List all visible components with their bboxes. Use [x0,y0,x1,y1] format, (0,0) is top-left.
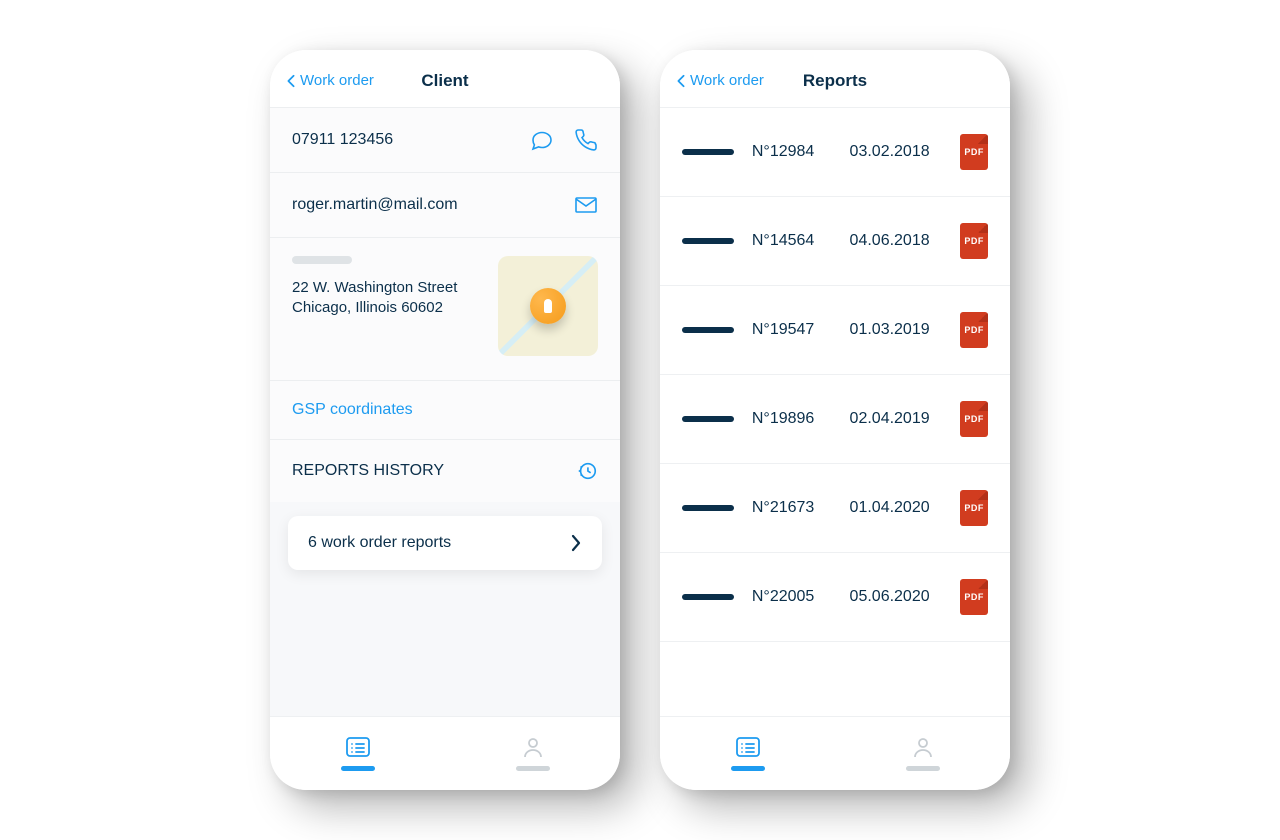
email-row: roger.martin@mail.com [270,172,620,237]
email-value: roger.martin@mail.com [292,196,574,214]
tab-bar [270,716,620,790]
tab-indicator [516,766,550,771]
report-row[interactable]: N°21673 01.04.2020 PDF [660,464,1010,553]
phone-client: Work order Client 07911 123456 roger.mar… [270,50,620,790]
report-date: 01.03.2019 [850,321,943,339]
address-line2: Chicago, Illinois 60602 [292,299,443,316]
report-bullet [682,505,734,511]
tab-indicator [906,766,940,771]
report-number: N°14564 [752,232,832,250]
report-bullet [682,416,734,422]
map-pin-icon [530,288,566,324]
report-number: N°19547 [752,321,832,339]
report-number: N°12984 [752,143,832,161]
address-text: 22 W. Washington Street Chicago, Illinoi… [292,278,482,319]
call-icon[interactable] [574,128,598,152]
report-number: N°21673 [752,499,832,517]
reports-count-card[interactable]: 6 work order reports [288,516,602,570]
phone-row: 07911 123456 [270,107,620,172]
address-row: 22 W. Washington Street Chicago, Illinoi… [270,237,620,380]
report-row[interactable]: N°19547 01.03.2019 PDF [660,286,1010,375]
report-bullet [682,149,734,155]
report-bullet [682,327,734,333]
report-bullet [682,238,734,244]
phone-value: 07911 123456 [292,131,530,149]
report-number: N°19896 [752,410,832,428]
pdf-label: PDF [964,414,984,424]
report-date: 01.04.2020 [850,499,943,517]
address-line1: 22 W. Washington Street [292,279,457,296]
pdf-icon[interactable]: PDF [960,401,988,437]
reports-count-label: 6 work order reports [308,534,570,552]
gsp-label: GSP coordinates [292,401,413,419]
tab-indicator [731,766,765,771]
map-thumbnail[interactable] [498,256,598,356]
email-icon[interactable] [574,193,598,217]
pdf-icon[interactable]: PDF [960,223,988,259]
history-label: REPORTS HISTORY [292,462,444,480]
pdf-icon[interactable]: PDF [960,312,988,348]
report-number: N°22005 [752,588,832,606]
pdf-label: PDF [964,592,984,602]
report-date: 05.06.2020 [850,588,943,606]
tab-bar [660,716,1010,790]
tab-profile[interactable] [906,736,940,771]
chat-icon[interactable] [530,128,554,152]
report-date: 04.06.2018 [850,232,943,250]
phone-reports: Work order Reports N°12984 03.02.2018 PD… [660,50,1010,790]
report-bullet [682,594,734,600]
header: Work order Reports [660,50,1010,107]
history-icon [576,460,598,482]
pdf-icon[interactable]: PDF [960,134,988,170]
tab-indicator [341,766,375,771]
pdf-label: PDF [964,236,984,246]
pdf-label: PDF [964,147,984,157]
back-button[interactable]: Work order [676,72,764,89]
report-row[interactable]: N°22005 05.06.2020 PDF [660,553,1010,642]
chevron-left-icon [286,74,296,88]
chevron-right-icon [570,534,582,552]
tab-profile[interactable] [516,736,550,771]
gsp-coordinates-link[interactable]: GSP coordinates [270,380,620,439]
person-icon [910,736,936,758]
list-icon [345,736,371,758]
back-button[interactable]: Work order [286,72,374,89]
contact-icons [530,128,598,152]
pdf-label: PDF [964,503,984,513]
header: Work order Client [270,50,620,107]
report-date: 03.02.2018 [850,143,943,161]
report-row[interactable]: N°12984 03.02.2018 PDF [660,107,1010,197]
address-block: 22 W. Washington Street Chicago, Illinoi… [292,256,482,319]
back-label: Work order [300,72,374,89]
report-date: 02.04.2019 [850,410,943,428]
chevron-left-icon [676,74,686,88]
reports-history-heading: REPORTS HISTORY [270,439,620,502]
pdf-icon[interactable]: PDF [960,579,988,615]
client-body: 07911 123456 roger.martin@mail.com 22 W.… [270,107,620,716]
tab-list[interactable] [341,736,375,771]
pdf-label: PDF [964,325,984,335]
back-label: Work order [690,72,764,89]
reports-list: N°12984 03.02.2018 PDF N°14564 04.06.201… [660,107,1010,716]
list-icon [735,736,761,758]
pdf-icon[interactable]: PDF [960,490,988,526]
tab-list[interactable] [731,736,765,771]
address-label-placeholder [292,256,352,264]
person-icon [520,736,546,758]
report-row[interactable]: N°19896 02.04.2019 PDF [660,375,1010,464]
report-row[interactable]: N°14564 04.06.2018 PDF [660,197,1010,286]
